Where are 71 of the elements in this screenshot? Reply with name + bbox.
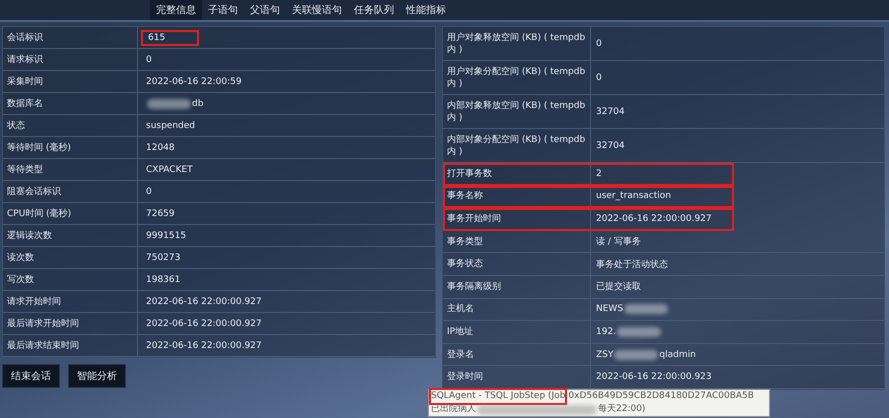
row-label: 等待时间 (毫秒) [3,137,138,158]
row-label: 内部对象释放空间 (KB) ( tempdb 内 ) [443,95,591,128]
row-label: 读次数 [3,247,138,268]
cell-value: db [192,98,204,108]
job-id: 0xD56B49D59CB2D84180D27AC00BA5B [568,390,754,403]
cell-value: 0 [596,38,602,48]
row-label: 登录时间 [443,366,591,388]
cell-value: 0 [596,72,602,82]
cell-value: 2022-06-16 22:00:00.923 [596,372,712,382]
cell-value: 0 [146,186,152,196]
cell-value: 2 [596,168,602,179]
action-button[interactable]: 智能分析 [68,364,126,388]
row-label: 内部对象分配空间 (KB) ( tempdb 内 ) [443,129,591,162]
cell-value: 72659 [146,208,175,218]
cell-value: 2022-06-16 22:00:59 [146,76,242,86]
row-label: 事务开始时间 [443,208,591,230]
cell-value: 2022-06-16 22:00:00.927 [146,318,262,328]
tab[interactable]: 任务队列 [348,0,400,20]
tab[interactable]: 性能指标 [400,0,452,20]
cell-value: 9991515 [146,230,186,240]
row-label: IP地址 [443,321,591,343]
row-label: 请求开始时间 [3,291,138,312]
cell-value: 192. [596,326,616,337]
row-label: 采集时间 [3,71,138,92]
program-name: SQLAgent - TSQL JobStep (Job [431,390,566,403]
cell-value: user_transaction [596,191,671,202]
cell-value: 750273 [146,252,180,262]
cell-value: 已提交读取 [596,280,641,294]
row-label: 状态 [3,115,138,136]
row-label: 请求标识 [3,49,138,70]
cell-value: 2022-06-16 22:00:00.927 [146,296,262,306]
action-button[interactable]: 结束会话 [2,364,60,388]
row-label: 阻塞会话标识 [3,181,138,202]
row-label: 登录名 [443,344,591,366]
row-label: CPU时间 (毫秒) [3,203,138,224]
cell-value: 32704 [596,140,625,150]
row-label: 等待类型 [3,159,138,180]
row-label: 最后请求结束时间 [3,335,138,356]
row-label: 最后请求开始时间 [3,313,138,334]
cell-value: ZSY [596,350,614,360]
job-text: 已出院病人 [431,403,476,416]
row-label: 事务隔离级别 [443,276,591,298]
cell-value: 0 [146,54,152,64]
tab[interactable]: 关联慢语句 [286,0,348,20]
cell-value: suspended [146,120,195,130]
cell-value: 2022-06-16 22:00:00.927 [596,214,712,224]
cell-value: qladmin [659,350,696,360]
row-label: 主机名 [443,298,591,320]
row-label: 事务名称 [443,186,591,208]
cell-value: 事务处于活动状态 [596,258,668,271]
job-text: 每天22:00) [598,403,646,416]
cell-value: 12048 [146,142,175,152]
row-label: 逻辑读次数 [3,225,138,246]
cell-value: NEWS [596,304,624,314]
tab[interactable]: 子语句 [202,0,244,20]
row-label: 数据库名 [3,93,138,114]
row-label: 用户对象分配空间 (KB) ( tempdb 内 ) [443,61,591,94]
row-label: 事务状态 [443,253,591,275]
cell-value: 读 / 写事务 [596,236,641,248]
cell-value: 198361 [146,274,180,284]
row-label: 打开事务数 [443,163,591,185]
tab[interactable]: 父语句 [244,0,286,20]
cell-value: CXPACKET [146,164,193,174]
row-label: 写次数 [3,269,138,290]
row-label: 用户对象释放空间 (KB) ( tempdb 内 ) [443,27,591,60]
cell-value: 32704 [596,106,625,116]
cell-value: 2022-06-16 22:00:00.927 [146,340,262,350]
row-label: 事务类型 [443,230,591,252]
tab[interactable]: 完整信息 [150,0,202,20]
row-label: 会话标识 [3,27,138,48]
cell-value: 615 [148,32,166,42]
